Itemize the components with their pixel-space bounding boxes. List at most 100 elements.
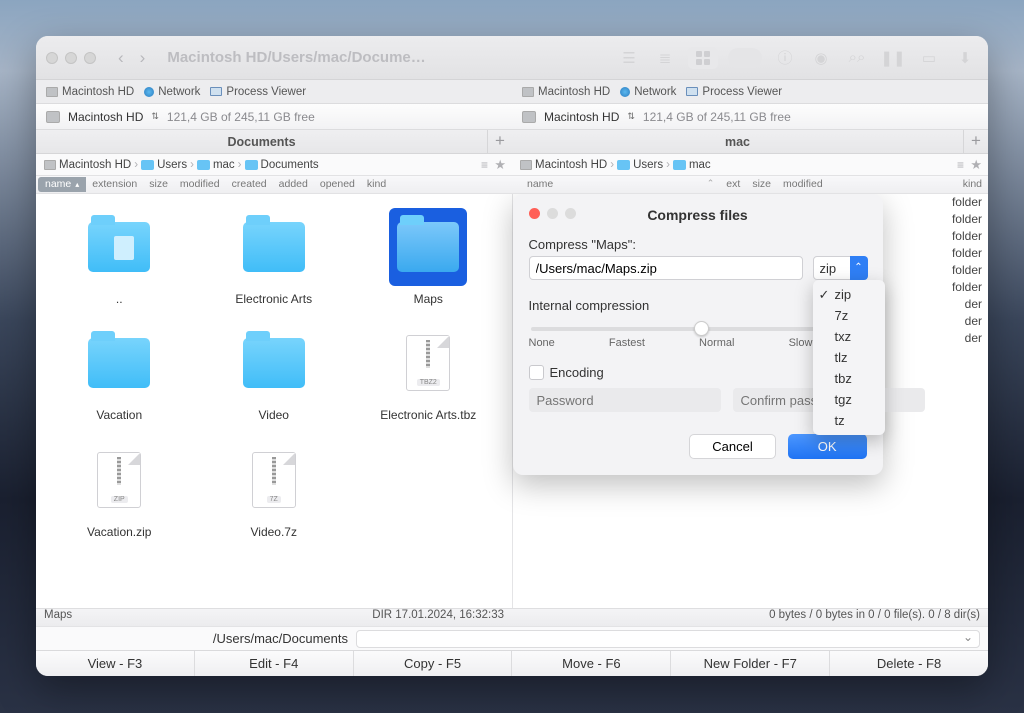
drive-free: 121,4 GB of 245,11 GB free <box>643 110 791 124</box>
minimize-icon[interactable] <box>65 52 77 64</box>
breadcrumb-bar: Macintosh HD› Users› mac› Documents ≡ ★ … <box>36 154 988 176</box>
drive-icon <box>520 160 532 170</box>
sheet-title: Compress files <box>529 207 867 223</box>
fkey-bar: View - F3 Edit - F4 Copy - F5 Move - F6 … <box>36 650 988 676</box>
status-info: DIR 17.01.2024, 16:32:33 <box>372 609 504 626</box>
format-select[interactable]: zip⌃ <box>813 256 867 280</box>
drive-right[interactable]: Macintosh HD ⇅ 121,4 GB of 245,11 GB fre… <box>512 104 988 129</box>
item-maps[interactable]: Maps <box>353 208 504 306</box>
path-dropdown[interactable] <box>356 630 980 648</box>
chevron-down-icon[interactable]: ⌃ <box>850 256 868 280</box>
drive-icon <box>46 111 60 123</box>
fkey-move[interactable]: Move - F6 <box>512 651 671 676</box>
tab-documents[interactable]: Documents <box>36 130 488 153</box>
fkey-newfolder[interactable]: New Folder - F7 <box>671 651 830 676</box>
list-mode-icon[interactable]: ≡ <box>481 158 488 172</box>
item-vacation-zip[interactable]: ZIP Vacation.zip <box>44 441 195 539</box>
display-icon[interactable]: ▭ <box>916 47 942 69</box>
device-process-viewer[interactable]: Process Viewer <box>686 86 782 98</box>
device-hd[interactable]: Macintosh HD <box>522 86 610 98</box>
ok-button[interactable]: OK <box>788 434 867 459</box>
tab-add-left[interactable]: + <box>488 130 512 153</box>
fkey-delete[interactable]: Delete - F8 <box>830 651 988 676</box>
drive-updown-icon[interactable]: ⇅ <box>151 111 159 122</box>
device-process-viewer[interactable]: Process Viewer <box>210 86 306 98</box>
close-icon[interactable] <box>529 208 540 219</box>
titlebar: ‹ › Macintosh HD/Users/mac/Docume… ☰ ≣ ⓘ… <box>36 36 988 80</box>
quicklook-icon[interactable]: ◉ <box>808 47 834 69</box>
password-input[interactable] <box>529 388 721 412</box>
pane-right: folderfolderfolderfolder folder folderde… <box>513 194 989 608</box>
view-columns-icon[interactable]: ≣ <box>652 47 678 69</box>
right-kind-column: folderfolderfolderfolder folder folderde… <box>952 194 982 347</box>
format-option-txz[interactable]: txz <box>813 326 885 347</box>
checkbox-icon[interactable] <box>529 365 544 380</box>
breadcrumb-left[interactable]: Macintosh HD› Users› mac› Documents ≡ ★ <box>36 154 512 175</box>
view-grid-icon[interactable] <box>688 47 718 69</box>
device-bar: Macintosh HD Network Process Viewer Maci… <box>36 80 988 104</box>
slider-knob[interactable] <box>694 321 709 336</box>
format-option-tlz[interactable]: tlz <box>813 347 885 368</box>
info-icon[interactable]: ⓘ <box>772 47 798 69</box>
item-electronic-arts[interactable]: Electronic Arts <box>199 208 350 306</box>
download-icon[interactable]: ⬇ <box>952 47 978 69</box>
drive-free: 121,4 GB of 245,11 GB free <box>167 110 315 124</box>
format-option-zip[interactable]: zip <box>813 284 885 305</box>
format-option-tbz[interactable]: tbz <box>813 368 885 389</box>
status-summary: 0 bytes / 0 bytes in 0 / 0 file(s). 0 / … <box>769 609 980 626</box>
drive-name: Macintosh HD <box>544 110 619 124</box>
device-network[interactable]: Network <box>144 86 200 98</box>
folder-icon <box>197 160 210 170</box>
toggle-icon[interactable] <box>728 48 762 68</box>
nav-back-forward: ‹ › <box>112 48 151 68</box>
item-video-7z[interactable]: 7Z Video.7z <box>199 441 350 539</box>
device-hd[interactable]: Macintosh HD <box>46 86 134 98</box>
drive-updown-icon[interactable]: ⇅ <box>627 111 635 122</box>
status-selection: Maps <box>44 609 72 626</box>
format-dropdown: zip 7z txz tlz tbz tgz tz <box>813 280 885 435</box>
folder-icon <box>141 160 154 170</box>
format-option-tz[interactable]: tz <box>813 410 885 431</box>
column-headers: name extensionsizemodified createdaddedo… <box>36 176 988 194</box>
tab-mac[interactable]: mac <box>512 130 964 153</box>
cancel-button[interactable]: Cancel <box>689 434 775 459</box>
favorite-icon[interactable]: ★ <box>970 157 982 173</box>
device-network[interactable]: Network <box>620 86 676 98</box>
view-list-icon[interactable]: ☰ <box>616 47 642 69</box>
back-button[interactable]: ‹ <box>112 48 130 68</box>
fkey-copy[interactable]: Copy - F5 <box>354 651 513 676</box>
destination-input[interactable] <box>529 256 803 280</box>
app-window: ‹ › Macintosh HD/Users/mac/Docume… ☰ ≣ ⓘ… <box>36 36 988 676</box>
icon-view: .. Electronic Arts Maps Vacation Video <box>36 194 512 553</box>
forward-button[interactable]: › <box>134 48 152 68</box>
format-option-tgz[interactable]: tgz <box>813 389 885 410</box>
columns-left[interactable]: name extensionsizemodified createdaddedo… <box>36 176 503 193</box>
fkey-view[interactable]: View - F3 <box>36 651 195 676</box>
status-right: 0 bytes / 0 bytes in 0 / 0 file(s). 0 / … <box>512 609 988 626</box>
item-video[interactable]: Video <box>199 324 350 422</box>
zoom-icon[interactable] <box>84 52 96 64</box>
breadcrumb-right[interactable]: Macintosh HD› Users› mac ≡ ★ <box>512 154 988 175</box>
fkey-edit[interactable]: Edit - F4 <box>195 651 354 676</box>
pause-icon[interactable]: ❚❚ <box>880 47 906 69</box>
folder-icon <box>673 160 686 170</box>
folder-icon <box>245 160 258 170</box>
format-option-7z[interactable]: 7z <box>813 305 885 326</box>
item-ea-tbz[interactable]: TBZ2 Electronic Arts.tbz <box>353 324 504 422</box>
item-vacation[interactable]: Vacation <box>44 324 195 422</box>
pane-left: .. Electronic Arts Maps Vacation Video <box>36 194 513 608</box>
drive-left[interactable]: Macintosh HD ⇅ 121,4 GB of 245,11 GB fre… <box>36 104 512 129</box>
columns-right[interactable]: name⌃ extsize modifiedkind <box>503 176 988 193</box>
drive-icon <box>44 160 56 170</box>
tab-add-right[interactable]: + <box>964 130 988 153</box>
path-bar: /Users/mac/Documents <box>36 626 988 650</box>
compress-sheet: Compress files Compress "Maps": zip⌃ Int… <box>513 194 883 475</box>
item-up[interactable]: .. <box>44 208 195 306</box>
list-mode-icon[interactable]: ≡ <box>957 158 964 172</box>
favorite-icon[interactable]: ★ <box>494 157 506 173</box>
close-icon[interactable] <box>46 52 58 64</box>
folder-icon <box>617 160 630 170</box>
status-left: Maps DIR 17.01.2024, 16:32:33 <box>36 609 512 626</box>
binoculars-icon[interactable]: ⌕⌕ <box>844 47 870 69</box>
drive-bar: Macintosh HD ⇅ 121,4 GB of 245,11 GB fre… <box>36 104 988 130</box>
